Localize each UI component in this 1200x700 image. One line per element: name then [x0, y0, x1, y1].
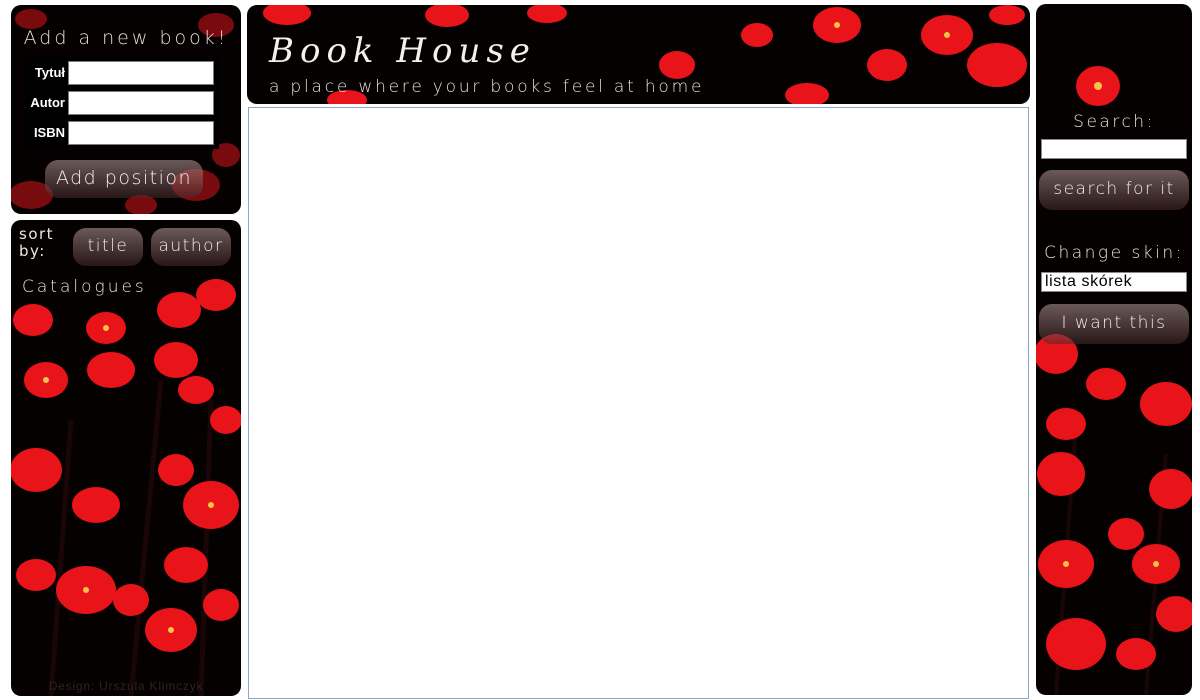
skin-select[interactable]: lista skórek: [1041, 272, 1187, 292]
author-field-label: Autor: [30, 95, 65, 110]
author-row: Autor: [25, 91, 219, 115]
search-input[interactable]: [1041, 139, 1187, 159]
add-book-form: Tytuł Autor ISBN: [25, 57, 219, 149]
catalogues-panel: sort by: title author Catalogues Design:…: [11, 220, 241, 696]
isbn-row: ISBN: [25, 121, 219, 145]
title-row: Tytuł: [25, 61, 219, 85]
sort-author-button[interactable]: author: [151, 228, 231, 266]
add-position-button[interactable]: Add position: [45, 160, 203, 198]
header-banner: Book House a place where your books feel…: [247, 5, 1030, 104]
search-label: Search:: [1073, 112, 1155, 132]
isbn-input[interactable]: [68, 121, 214, 145]
title-field-label: Tytuł: [34, 65, 65, 80]
catalogues-heading: Catalogues: [22, 277, 147, 297]
isbn-field-label: ISBN: [33, 125, 65, 140]
search-button[interactable]: search for it: [1039, 170, 1189, 210]
search-skin-panel: Search: search for it Change skin: lista…: [1036, 4, 1192, 695]
add-book-title: Add a new book!: [23, 27, 229, 49]
sort-title-button[interactable]: title: [73, 228, 143, 266]
main-content: [248, 107, 1029, 699]
sort-by-label: sort by:: [19, 225, 55, 260]
change-skin-label: Change skin:: [1044, 243, 1184, 263]
design-credit: Design: Urszula Klimczyk: [48, 679, 204, 693]
add-book-panel: Add a new book! Tytuł Autor ISBN Add pos…: [11, 5, 241, 214]
flower-background: [1036, 66, 1192, 695]
site-title: Book House: [269, 31, 536, 71]
apply-skin-button[interactable]: I want this: [1039, 304, 1189, 344]
title-input[interactable]: [68, 61, 214, 85]
site-tagline: a place where your books feel at home: [269, 77, 705, 97]
author-input[interactable]: [68, 91, 214, 115]
